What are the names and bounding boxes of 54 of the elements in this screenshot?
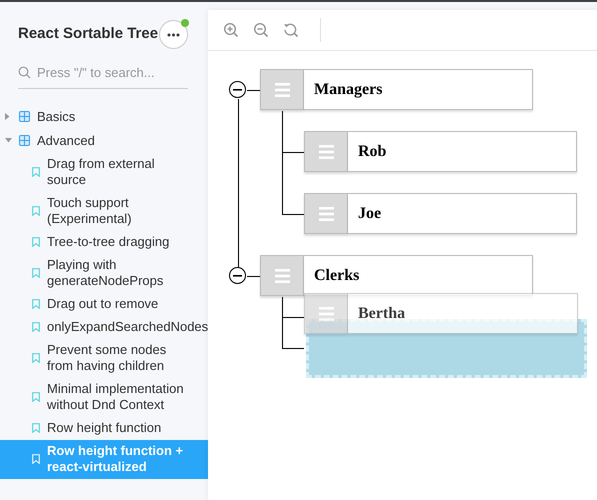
node-title: Managers — [304, 69, 533, 110]
tree-line — [247, 90, 260, 91]
sidebar-item[interactable]: Drag out to remove — [0, 292, 208, 316]
bookmark-icon — [32, 268, 40, 278]
handle-icon — [318, 144, 334, 158]
bookmark-icon — [32, 166, 40, 176]
collapse-button[interactable] — [229, 267, 246, 284]
handle-icon — [318, 306, 334, 320]
handle-icon — [274, 82, 290, 96]
collapse-button[interactable] — [229, 81, 246, 98]
grid-icon — [19, 135, 30, 146]
more-icon — [167, 32, 180, 36]
bookmark-icon — [32, 392, 40, 402]
bookmark-icon — [32, 206, 40, 216]
sidebar-title: React Sortable Tree — [18, 24, 158, 44]
reset-icon — [283, 22, 299, 38]
node-title: Joe — [348, 193, 577, 234]
zoom-in-icon — [223, 22, 239, 38]
sidebar-item[interactable]: onlyExpandSearchedNodes — [0, 316, 208, 338]
search-icon — [18, 66, 31, 80]
minus-icon — [233, 274, 242, 276]
sidebar-group[interactable]: Basics — [0, 104, 208, 128]
handle-icon — [318, 206, 334, 220]
minus-icon — [233, 88, 242, 90]
bookmark-icon — [32, 352, 40, 362]
sidebar-group[interactable]: Advanced — [0, 128, 208, 152]
more-button[interactable] — [159, 20, 188, 49]
bookmark-icon — [32, 322, 40, 332]
bookmark-icon — [32, 454, 40, 464]
sidebar-item[interactable]: Touch support (Experimental) — [0, 192, 208, 230]
caret-icon — [5, 113, 10, 120]
drag-handle[interactable] — [260, 255, 304, 296]
bookmark-icon — [32, 298, 40, 308]
grid-icon — [19, 111, 30, 122]
drag-handle[interactable] — [260, 69, 304, 110]
drag-handle[interactable] — [304, 293, 348, 334]
node-title: Rob — [348, 131, 577, 172]
sidebar-item[interactable]: Row height function — [0, 416, 208, 440]
sidebar-item[interactable]: Minimal implementation without Dnd Context — [0, 378, 208, 416]
zoom-out-icon — [253, 22, 269, 38]
sidebar-item[interactable]: Prevent some nodes from having children — [0, 338, 208, 378]
sidebar-item[interactable]: Tree-to-tree dragging — [0, 230, 208, 254]
sidebar-item[interactable]: Playing with generateNodeProps — [0, 254, 208, 292]
drag-handle[interactable] — [304, 193, 348, 234]
bookmark-icon — [32, 236, 40, 246]
tree-line — [247, 276, 260, 277]
node-title: Clerks — [304, 255, 533, 296]
search-field[interactable]: Press "/" to search... — [37, 63, 177, 82]
drag-handle[interactable] — [304, 131, 348, 172]
bookmark-icon — [32, 422, 40, 432]
sidebar-item[interactable]: Drag from external source — [0, 152, 208, 192]
node-title: Bertha — [348, 293, 578, 334]
caret-icon — [5, 138, 12, 143]
handle-icon — [274, 268, 290, 282]
